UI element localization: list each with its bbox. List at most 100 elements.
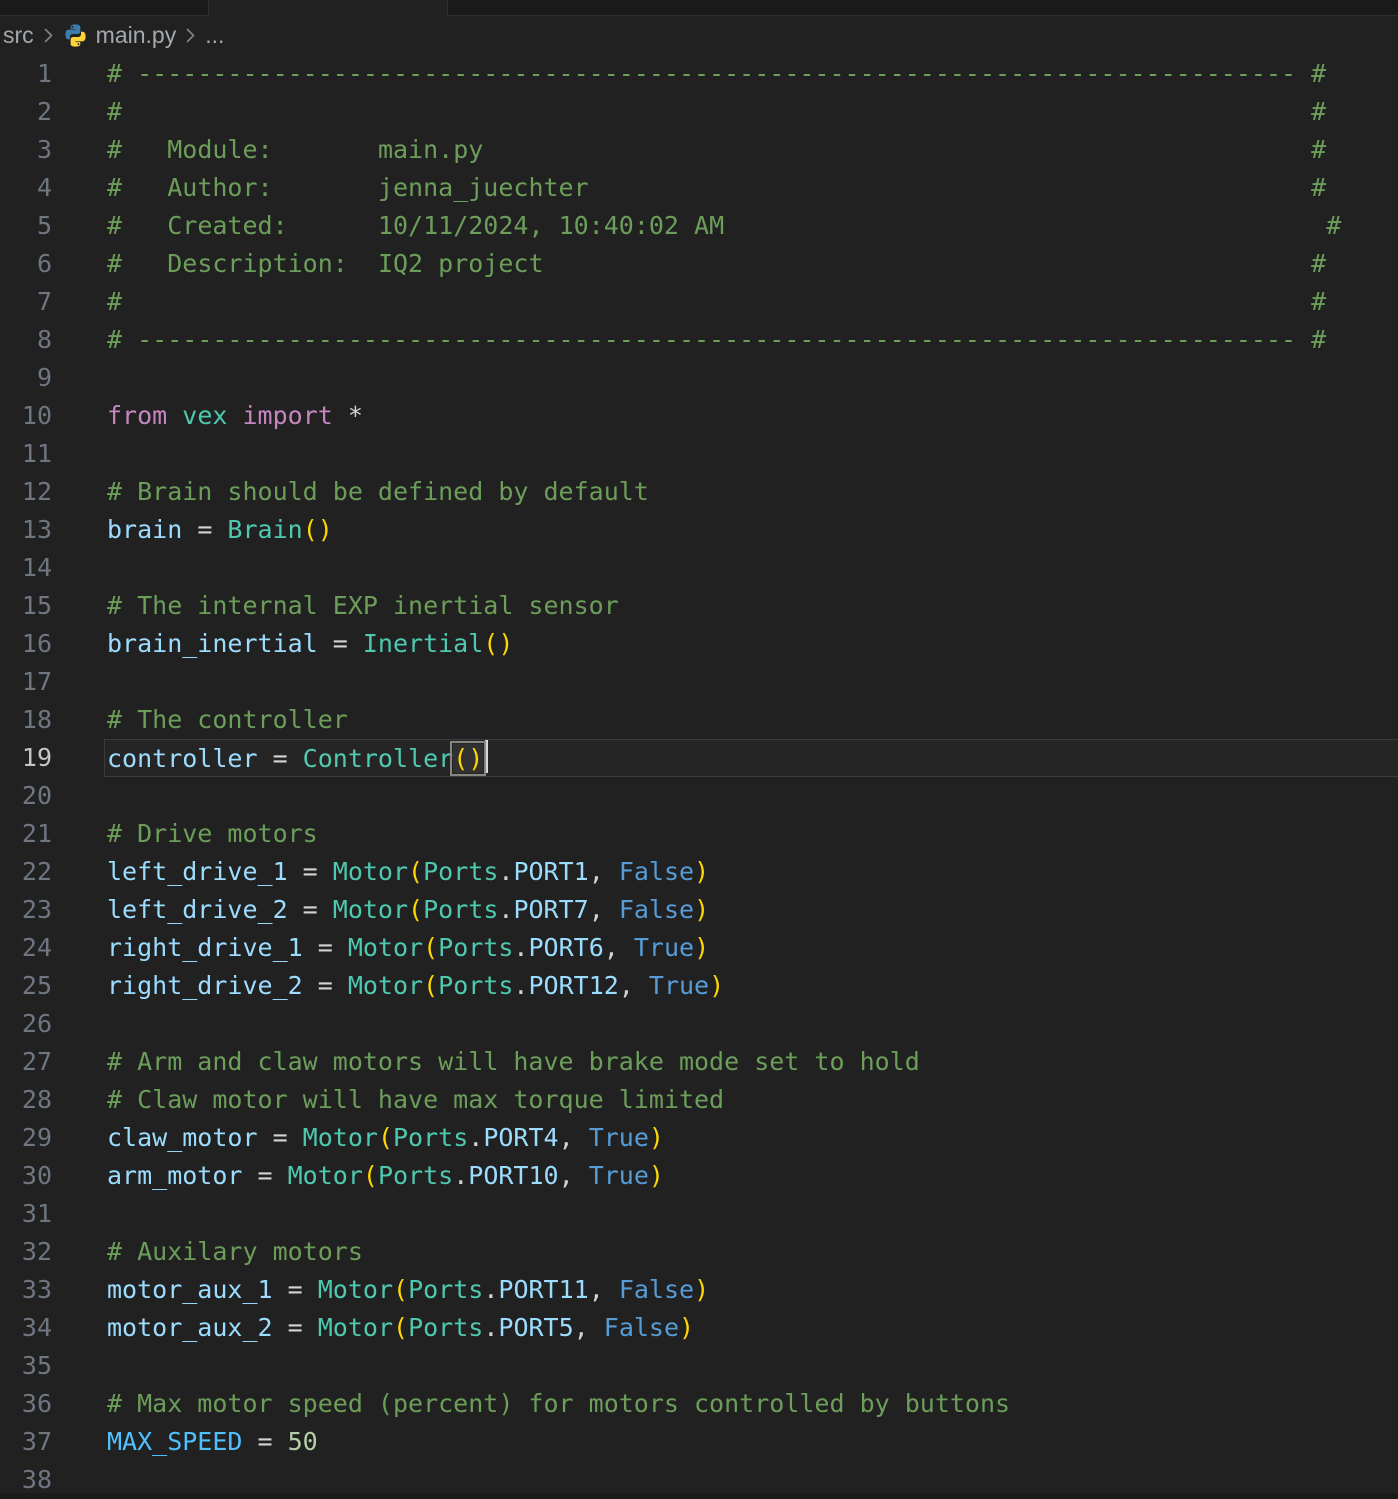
code-token: PORT11 [498, 1275, 588, 1304]
code-line[interactable]: 34motor_aux_2 = Motor(Ports.PORT5, False… [0, 1309, 1398, 1347]
line-number[interactable]: 30 [0, 1157, 52, 1195]
tab-active[interactable] [208, 0, 448, 16]
python-icon [63, 23, 88, 48]
code-line[interactable]: 4# Author: jenna_juechter # [0, 169, 1398, 207]
breadcrumb-item-file[interactable]: main.py [63, 22, 177, 49]
code-line[interactable]: 26 [0, 1005, 1398, 1043]
line-number[interactable]: 3 [0, 131, 52, 169]
breadcrumb-item-symbol[interactable]: ... [205, 22, 224, 49]
line-number[interactable]: 19 [0, 739, 52, 777]
line-number[interactable]: 16 [0, 625, 52, 663]
line-number[interactable]: 21 [0, 815, 52, 853]
code-line[interactable]: 14 [0, 549, 1398, 587]
code-token: True [634, 933, 694, 962]
line-number[interactable]: 9 [0, 359, 52, 397]
line-number[interactable]: 24 [0, 929, 52, 967]
line-number[interactable]: 5 [0, 207, 52, 245]
code-line[interactable]: 6# Description: IQ2 project # [0, 245, 1398, 283]
code-token: Ports [393, 1123, 468, 1152]
line-number[interactable]: 2 [0, 93, 52, 131]
code-line[interactable]: 5# Created: 10/11/2024, 10:40:02 AM # [0, 207, 1398, 245]
code-line[interactable]: 11 [0, 435, 1398, 473]
code-line[interactable]: 22 left_drive_1 = Motor(Ports.PORT1, Fals… [0, 853, 1398, 891]
line-number[interactable]: 36 [0, 1385, 52, 1423]
line-number[interactable]: 23 [0, 891, 52, 929]
code-line[interactable]: 30arm_motor = Motor(Ports.PORT10, True) [0, 1157, 1398, 1195]
code-text: # # [107, 93, 1326, 131]
code-line[interactable]: 10from vex import * [0, 397, 1398, 435]
line-number[interactable]: 18 [0, 701, 52, 739]
code-line[interactable]: 9 [0, 359, 1398, 397]
code-token: Ports [423, 857, 498, 886]
code-line[interactable]: 7# # [0, 283, 1398, 321]
code-line[interactable]: 21# Drive motors [0, 815, 1398, 853]
code-line[interactable]: 2 # # [0, 93, 1398, 131]
tab-bar [0, 0, 1398, 16]
line-number[interactable]: 25 [0, 967, 52, 1005]
code-text: motor_aux_1 = Motor(Ports.PORT11, False) [107, 1271, 709, 1309]
line-number[interactable]: 4 [0, 169, 52, 207]
code-line[interactable]: 17 [0, 663, 1398, 701]
code-token: ) [679, 1313, 694, 1342]
line-number[interactable]: 35 [0, 1347, 52, 1385]
line-number[interactable]: 10 [0, 397, 52, 435]
code-line[interactable]: 13brain = Brain() [0, 511, 1398, 549]
line-number[interactable]: 12 [0, 473, 52, 511]
code-token: Ports [423, 895, 498, 924]
code-token: jenna_juechter [378, 173, 589, 202]
code-line[interactable]: 33 motor_aux_1 = Motor(Ports.PORT11, Fals… [0, 1271, 1398, 1309]
code-token: Author: [167, 173, 272, 202]
code-line[interactable]: 18# The controller [0, 701, 1398, 739]
line-number[interactable]: 22 [0, 853, 52, 891]
line-number[interactable]: 14 [0, 549, 52, 587]
code-line[interactable]: 12# Brain should be defined by default [0, 473, 1398, 511]
code-line[interactable]: 29claw_motor = Motor(Ports.PORT4, True) [0, 1119, 1398, 1157]
line-number[interactable]: 11 [0, 435, 52, 473]
code-token: ( [423, 933, 438, 962]
line-number[interactable]: 8 [0, 321, 52, 359]
line-number[interactable]: 20 [0, 777, 52, 815]
line-number[interactable]: 26 [0, 1005, 52, 1043]
code-token: ( [393, 1313, 408, 1342]
line-number[interactable]: 15 [0, 587, 52, 625]
code-token: . [453, 1161, 468, 1190]
line-number[interactable]: 34 [0, 1309, 52, 1347]
code-line[interactable]: 8# -------------------------------------… [0, 321, 1398, 359]
line-number[interactable]: 33 [0, 1271, 52, 1309]
code-token: ) [694, 857, 709, 886]
line-number[interactable]: 1 [0, 55, 52, 93]
line-number[interactable]: 6 [0, 245, 52, 283]
code-line[interactable]: 35 [0, 1347, 1398, 1385]
line-number[interactable]: 29 [0, 1119, 52, 1157]
code-line[interactable]: 20 [0, 777, 1398, 815]
line-number[interactable]: 28 [0, 1081, 52, 1119]
code-line[interactable]: 36# Max motor speed (percent) for motors… [0, 1385, 1398, 1423]
code-line[interactable]: 3# Module: main.py # [0, 131, 1398, 169]
code-line[interactable]: 27# Arm and claw motors will have brake … [0, 1043, 1398, 1081]
code-line[interactable]: 37MAX_SPEED = 50 [0, 1423, 1398, 1461]
code-text: left_drive_1 = Motor(Ports.PORT1, False) [107, 853, 709, 891]
code-line[interactable]: 32# Auxilary motors [0, 1233, 1398, 1271]
code-line[interactable]: 25right_drive_2 = Motor(Ports.PORT12, Tr… [0, 967, 1398, 1005]
code-line[interactable]: 24right_drive_1 = Motor(Ports.PORT6, Tru… [0, 929, 1398, 967]
line-number[interactable]: 17 [0, 663, 52, 701]
breadcrumb-item-src[interactable]: src [3, 22, 34, 49]
code-token: ( [393, 1275, 408, 1304]
line-number[interactable]: 7 [0, 283, 52, 321]
code-token: . [513, 971, 528, 1000]
line-number[interactable]: 27 [0, 1043, 52, 1081]
code-line[interactable]: 28# Claw motor will have max torque limi… [0, 1081, 1398, 1119]
code-line[interactable]: 15# The internal EXP inertial sensor [0, 587, 1398, 625]
line-number[interactable]: 31 [0, 1195, 52, 1233]
code-token: Brain [227, 515, 302, 544]
line-number[interactable]: 37 [0, 1423, 52, 1461]
code-line[interactable]: 31 [0, 1195, 1398, 1233]
code-line[interactable]: 16brain_inertial = Inertial() [0, 625, 1398, 663]
line-number[interactable]: 32 [0, 1233, 52, 1271]
line-number[interactable]: 13 [0, 511, 52, 549]
code-token: IQ2 project [378, 249, 544, 278]
code-line[interactable]: 23left_drive_2 = Motor(Ports.PORT7, Fals… [0, 891, 1398, 929]
code-spacer [122, 173, 167, 202]
code-line[interactable]: 19controller = Controller() [0, 739, 1398, 777]
code-line[interactable]: 1# -------------------------------------… [0, 55, 1398, 93]
